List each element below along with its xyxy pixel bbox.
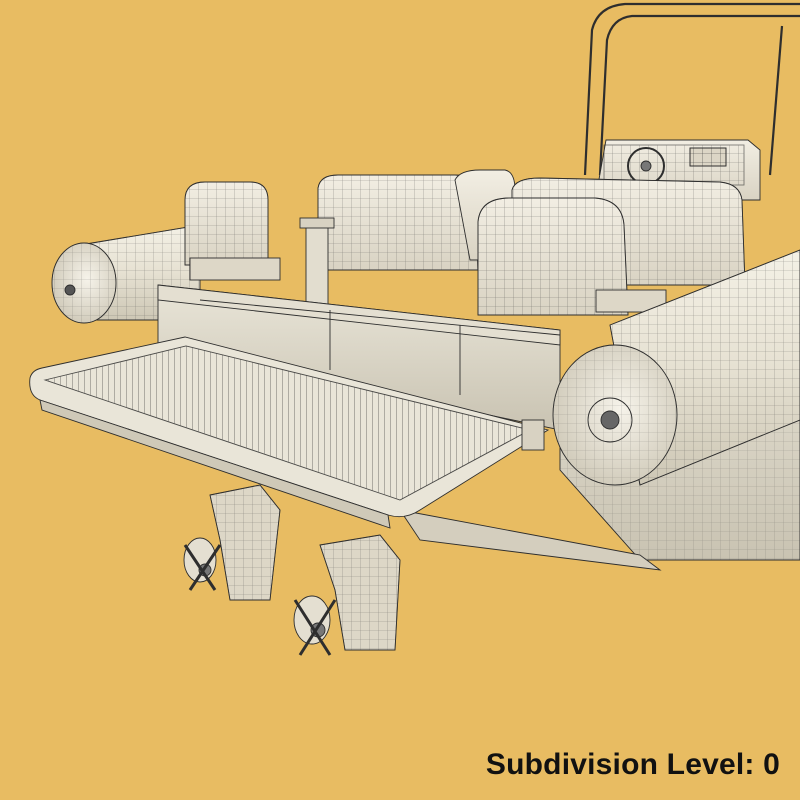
render-viewport: Subdivision Level: 0 xyxy=(0,0,800,800)
seat-rear-left xyxy=(184,181,281,281)
stern-drive-left xyxy=(183,484,281,601)
subdivision-level-caption: Subdivision Level: 0 xyxy=(485,748,780,781)
stern-drive-right xyxy=(293,534,401,656)
boat-wireframe-render xyxy=(29,2,800,656)
